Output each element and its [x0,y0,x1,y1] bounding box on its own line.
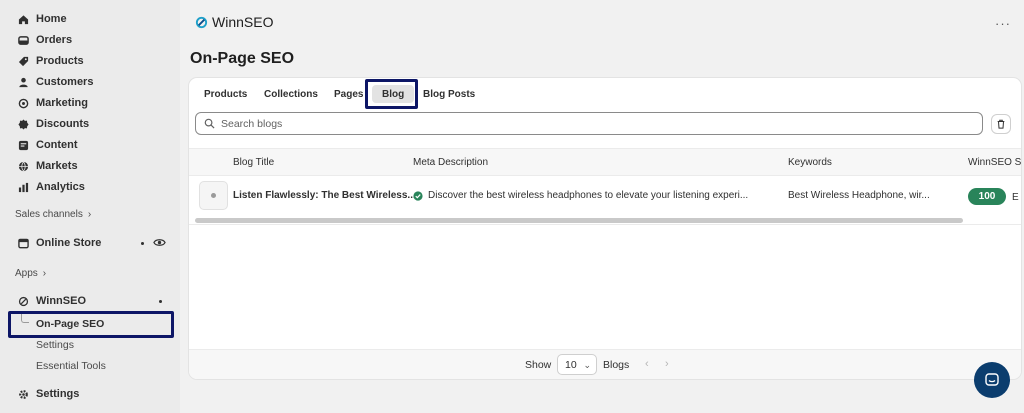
sales-channels-label: Sales channels [15,209,83,220]
sidebar-item-online-store[interactable]: Online Store [18,233,101,253]
next-page-icon[interactable]: › [665,358,669,370]
score-badge: 100 [968,188,1006,205]
store-icon [18,238,29,249]
seo-card: Products Collections Pages Blog Blog Pos… [189,78,1021,379]
tab-blog-posts[interactable]: Blog Posts [417,85,481,103]
more-actions-icon[interactable]: ··· [995,16,1011,31]
items-label: Blogs [603,359,630,371]
column-header-keywords[interactable]: Keywords [788,157,832,168]
sidebar-item-label: Products [36,55,84,67]
tab-pages[interactable]: Pages [328,85,369,103]
check-circle-icon [413,191,423,201]
page-title: On-Page SEO [190,50,295,67]
sidebar-item-products[interactable]: Products [18,51,84,71]
tab-collections[interactable]: Collections [258,85,324,103]
winnseo-logo-icon [195,16,208,28]
highlight-box [365,79,418,109]
search-icon [204,118,215,129]
previous-page-icon[interactable]: ‹ [645,358,649,370]
page-size-select[interactable]: 10 ⌄ [557,354,597,375]
column-header-blog-title[interactable]: Blog Title [233,157,274,168]
sidebar-item-home[interactable]: Home [18,9,67,29]
horizontal-scrollbar[interactable] [195,218,963,223]
chevron-right-icon: › [87,209,92,220]
person-icon [18,77,29,88]
sidebar-item-label: Settings [36,388,80,400]
search-input[interactable]: Search blogs [195,112,983,135]
discount-icon [18,118,29,130]
analytics-icon [18,182,29,193]
sidebar-item-content[interactable]: Content [18,135,78,155]
orders-icon [18,35,29,46]
sidebar-item-label: Home [36,13,67,25]
show-label: Show [525,359,552,371]
sidebar-item-discounts[interactable]: Discounts [18,114,89,134]
meta-description-cell: Discover the best wireless headphones to… [428,190,749,201]
chat-icon [985,373,999,386]
globe-icon [18,161,29,172]
blog-title-cell[interactable]: Listen Flawlessly: The Best Wireless... [233,190,416,201]
status-dot [141,242,144,245]
column-header-winnseo-score[interactable]: WinnSEO S [968,157,1021,168]
status-dot [159,300,162,303]
column-header-meta-description[interactable]: Meta Description [413,157,488,168]
content-icon [18,140,29,151]
search-placeholder: Search blogs [221,117,283,130]
sidebar-item-customers[interactable]: Customers [18,72,93,92]
sidebar-item-label: Content [36,139,78,151]
sidebar-item-label: Online Store [36,237,102,249]
tab-bar: Products Collections Pages Blog Blog Pos… [189,78,1021,108]
sidebar-subitem-settings[interactable]: Settings [36,339,74,351]
blog-thumbnail [199,181,228,210]
gear-icon [18,389,29,400]
sidebar-item-marketing[interactable]: Marketing [18,93,88,113]
table-header: Blog Title Meta Description Keywords Win… [189,148,1021,176]
trash-icon [997,119,1005,129]
tab-products[interactable]: Products [198,85,253,103]
winnseo-app-icon [18,296,29,307]
sidebar-item-analytics[interactable]: Analytics [18,177,85,197]
sales-channels-heading[interactable]: Sales channels › [15,209,91,220]
sidebar-item-label: Marketing [36,97,88,109]
table-footer: Show 10 ⌄ Blogs ‹ › [189,349,1021,379]
sidebar-subitem-essential-tools[interactable]: Essential Tools [36,360,106,372]
keywords-cell: Best Wireless Headphone, wir... [788,190,930,201]
score-extra-text: E [1012,192,1019,203]
sidebar-item-label: Discounts [36,118,90,130]
sidebar-item-settings[interactable]: Settings [18,384,79,404]
sidebar-item-orders[interactable]: Orders [18,30,72,50]
target-icon [18,98,29,109]
chat-button[interactable] [974,362,1010,398]
delete-button[interactable] [991,114,1011,134]
app-title-text: WinnSEO [212,14,274,30]
sidebar-item-label: Markets [36,160,78,172]
sidebar-item-winnseo[interactable]: WinnSEO [18,291,86,311]
home-icon [18,14,29,25]
sidebar: Home Orders Products Customers Marketing… [0,0,180,413]
app-title: WinnSEO [195,14,273,30]
sidebar-item-label: Analytics [36,181,85,193]
sidebar-item-markets[interactable]: Markets [18,156,78,176]
eye-icon[interactable] [153,236,166,249]
chevron-right-icon: › [42,268,47,279]
sidebar-item-label: WinnSEO [36,295,87,307]
apps-heading[interactable]: Apps › [15,268,46,279]
apps-label: Apps [15,268,38,279]
tag-icon [18,56,29,67]
page-size-value: 10 [565,358,577,371]
sidebar-item-label: Orders [36,34,73,46]
highlight-box [8,311,174,338]
sidebar-item-label: Customers [36,76,94,88]
chevron-down-icon: ⌄ [583,360,591,370]
